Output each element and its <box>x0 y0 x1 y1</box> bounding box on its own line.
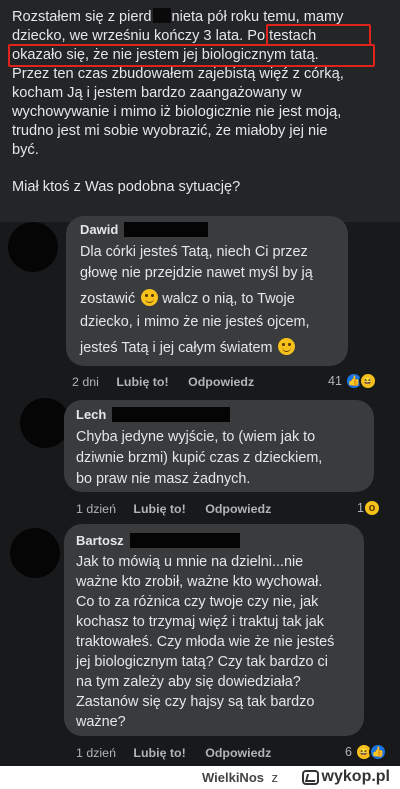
comment-time[interactable]: 2 dni <box>72 375 99 389</box>
highlight-box-top <box>266 24 371 46</box>
comment-text: bo praw nie masz żadnych. <box>76 471 251 487</box>
comment-author[interactable]: Lech <box>76 407 231 422</box>
comment-text-part: jesteś Tatą i jej całym światem <box>80 340 273 356</box>
avatar[interactable] <box>20 398 70 448</box>
smile-emoji-icon <box>141 289 159 306</box>
avatar[interactable] <box>8 222 58 272</box>
reply-button[interactable]: Odpowiedz <box>188 375 254 389</box>
post-text: Rozstałem się z pierd <box>12 9 152 25</box>
like-button[interactable]: Lubię to! <box>133 502 185 516</box>
wykop-logo: wykop.pl <box>301 768 390 786</box>
post-text: dziecko, we wrześniu kończy 3 lata. <box>12 28 244 44</box>
comment-text: dziecko, i mimo że nie jesteś ojcem, <box>80 314 310 330</box>
avatar[interactable] <box>10 528 60 578</box>
comment-text: traktowałeś. Czy młoda wie że nie jesteś <box>76 634 335 650</box>
post-question: Miał ktoś z Was podobna sytuację? <box>12 179 241 195</box>
watermark-separator: z <box>271 770 279 785</box>
watermark-footer: WielkiNos z wykop.pl <box>0 766 400 789</box>
comment-text: Zastanów się czy hajsy są tak bardzo <box>76 694 315 710</box>
like-icon: 👍 <box>368 743 387 761</box>
comment-time[interactable]: 1 dzień <box>76 502 116 516</box>
reaction-summary[interactable]: 1 o <box>357 499 381 517</box>
like-button[interactable]: Lubię to! <box>116 375 168 389</box>
haha-icon: 😆 <box>358 372 377 390</box>
comment-author[interactable]: Bartosz <box>76 533 240 548</box>
comment-text: głowę nie przejdzie nawet myśl by ją <box>80 265 313 281</box>
post-line: kocham Ją i jestem bardzo zaangażowany w <box>12 85 302 101</box>
redaction-block <box>124 222 209 237</box>
highlight-box-bottom <box>8 44 375 67</box>
reaction-summary[interactable]: 41 👍 😆 <box>328 372 377 390</box>
author-name[interactable]: Dawid <box>80 222 118 237</box>
comment-time[interactable]: 1 dzień <box>76 746 116 760</box>
watermark-user: WielkiNos <box>201 770 264 785</box>
comment-text: ważne kto zrobił, ważne kto wychował. <box>76 574 323 590</box>
wow-icon: o <box>362 499 381 517</box>
reaction-summary[interactable]: 6 😆 👍 <box>345 743 387 761</box>
post-line: trudno jest mi sobie wyobrazić, że miało… <box>12 123 328 139</box>
comment-author[interactable]: Dawid <box>80 222 209 237</box>
original-post: Rozstałem się z pierd nieta pół roku temu… <box>0 0 400 222</box>
author-name[interactable]: Bartosz <box>76 533 124 548</box>
smile-emoji-icon <box>278 338 296 355</box>
author-name[interactable]: Lech <box>76 407 106 422</box>
post-line: wychowywanie i mimo iż biologicznie nie … <box>12 104 342 120</box>
reply-button[interactable]: Odpowiedz <box>205 746 271 760</box>
comment-text: Co to za różnica czy twoje czy nie, jak <box>76 594 319 610</box>
comment-text: Chyba jedyne wyjście, to (wiem jak to <box>76 429 316 445</box>
comments-section: Dawid Dla córki jesteś Tatą, niech Ci pr… <box>0 216 400 766</box>
redaction-block <box>129 533 240 548</box>
like-button[interactable]: Lubię to! <box>133 746 185 760</box>
comment-text: Jak to mówią u mnie na dzielni...nie <box>76 554 304 570</box>
post-text: nieta pół roku temu, mamy <box>171 9 344 25</box>
redaction-block <box>152 8 171 23</box>
comment-text: jej biologicznym tatą? Czy tak bardzo ci <box>76 654 328 670</box>
comment-text: kochasz to trzymaj więź i traktuj tak ja… <box>76 614 324 630</box>
comment-text-part: walcz o nią, to Twoje <box>162 291 295 307</box>
comment-text: na tym zależy aby się dowiedziała? <box>76 674 301 690</box>
reply-button[interactable]: Odpowiedz <box>205 502 271 516</box>
redaction-block <box>112 407 231 422</box>
comment-actions: 2 dni Lubię to! Odpowiedz <box>72 375 254 389</box>
watermark-site: wykop.pl <box>321 768 390 785</box>
wykop-logo-icon <box>301 769 319 785</box>
comment-text: ważne? <box>76 714 126 730</box>
post-line: Przez ten czas zbudowałem zajebistą więź… <box>12 66 344 82</box>
comment-text: jesteś Tatą i jej całym światem <box>80 338 296 357</box>
comment-actions: 1 dzień Lubię to! Odpowiedz <box>76 502 271 516</box>
reaction-count: 6 <box>345 745 352 759</box>
comment-text: dziwnie brzmi) kupić czas z dzieckiem, <box>76 450 323 466</box>
comment-text-part: zostawić <box>80 291 136 307</box>
comment-text: zostawić walcz o nią, to Twoje <box>80 289 295 308</box>
comment-text: Dla córki jesteś Tatą, niech Ci przez <box>80 244 308 260</box>
reaction-count: 41 <box>328 374 342 388</box>
comment-actions: 1 dzień Lubię to! Odpowiedz <box>76 746 271 760</box>
post-line: być. <box>12 142 39 158</box>
